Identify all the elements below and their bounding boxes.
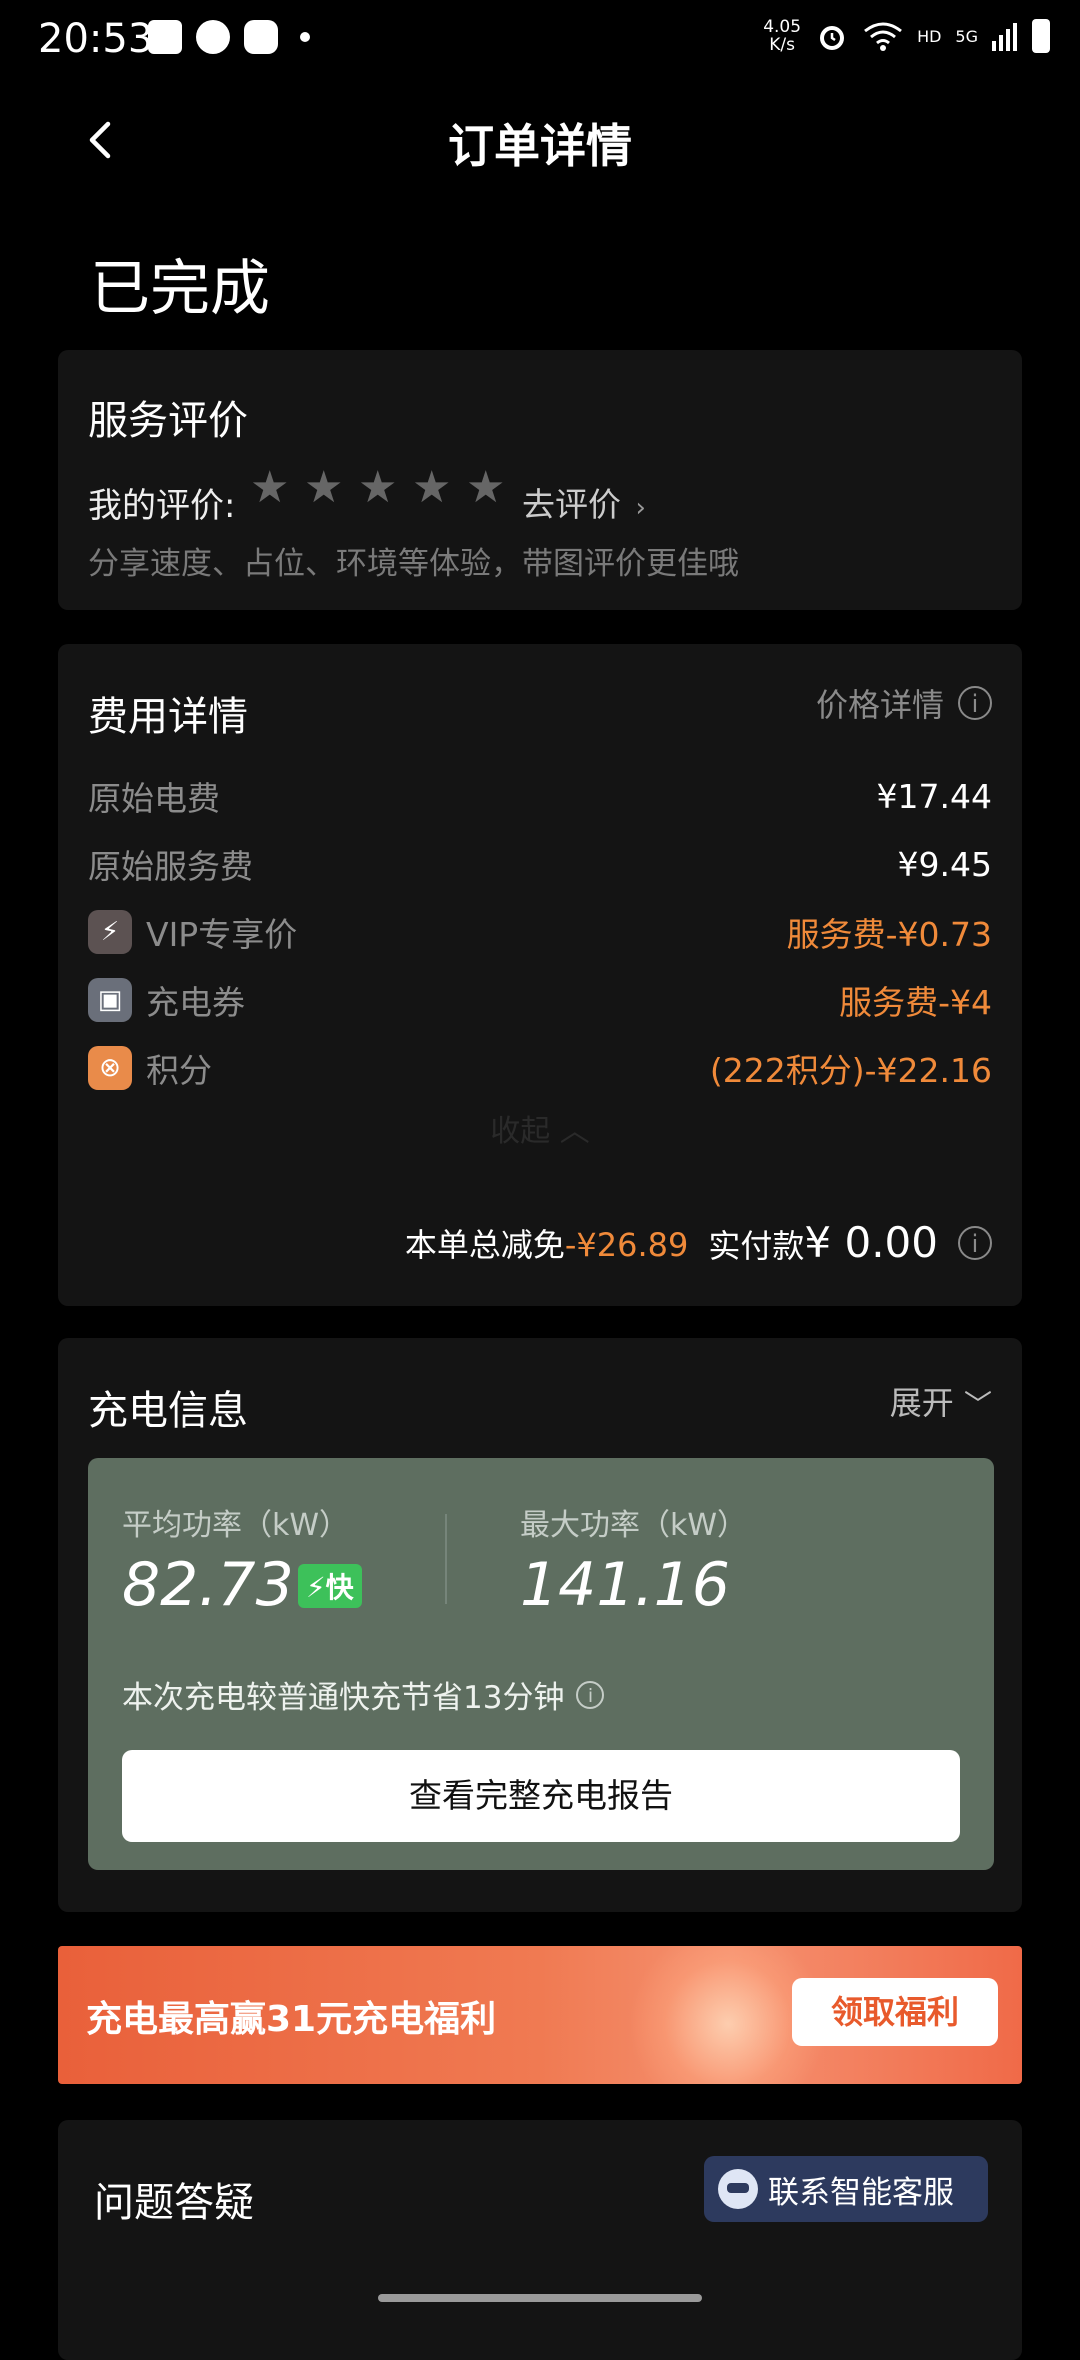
fee-value: ¥17.44 [876, 776, 992, 816]
robot-icon [718, 2169, 758, 2209]
collapse-toggle[interactable]: 收起 ︿ [58, 1106, 1022, 1150]
coupon-icon: ▣ [88, 978, 132, 1022]
avg-power-value: 82.73 [122, 1550, 294, 1620]
more-dot-icon [300, 32, 310, 42]
star-icon[interactable]: ★ [412, 466, 452, 510]
promo-banner[interactable]: 充电最高赢31元充电福利 领取福利 [58, 1946, 1022, 2084]
alarm-icon [820, 26, 845, 50]
fee-label: 充电券 [146, 983, 245, 1022]
nav-bar: 订单详情 [0, 90, 1080, 190]
star-icon[interactable]: ★ [358, 466, 398, 510]
max-power-value: 141.16 [520, 1550, 730, 1620]
fee-title: 费用详情 [88, 694, 248, 740]
promo-text: 充电最高赢31元充电福利 [86, 1999, 497, 2040]
fee-row: 原始电费 ¥17.44 [88, 766, 992, 826]
chevron-down-icon: ﹀ [963, 1388, 992, 1421]
fee-value: 服务费-¥4 [839, 983, 992, 1022]
time-saved: 本次充电较普通快充节省13分钟 i [122, 1672, 605, 1717]
max-power-label: 最大功率（kW） [520, 1508, 748, 1543]
page-title: 订单详情 [448, 119, 632, 173]
divider [445, 1514, 447, 1604]
fee-label: VIP专享价 [146, 915, 298, 954]
fee-value: ¥9.45 [897, 844, 992, 884]
star-icon[interactable]: ★ [304, 466, 344, 510]
wechat-icon [196, 20, 230, 54]
hd-label: HD [917, 26, 942, 46]
fee-label: 原始电费 [88, 779, 220, 818]
customer-service-label: 联系智能客服 [768, 2174, 954, 2211]
chevron-up-icon: ︿ [559, 1114, 590, 1149]
rating-stars[interactable]: ★ ★ ★ ★ ★ [250, 466, 506, 510]
signal-label: 5G [955, 26, 978, 46]
avg-power-label: 平均功率（kW） [122, 1508, 350, 1543]
net-speed: 4.05 K/s [763, 17, 802, 55]
go-review-link[interactable]: 去评价 › [522, 478, 646, 526]
price-detail-label: 价格详情 [815, 686, 944, 724]
claim-benefit-button[interactable]: 领取福利 [792, 1978, 998, 2046]
gallery-icon [148, 20, 182, 54]
collapse-label: 收起 [490, 1114, 551, 1149]
review-title: 服务评价 [88, 398, 248, 444]
home-indicator[interactable] [378, 2294, 702, 2302]
info-icon: i [958, 686, 992, 720]
paid-amount: ¥ 0.00 [804, 1218, 938, 1267]
status-time: 20:53 [38, 16, 154, 62]
paid-label: 实付款 [708, 1227, 805, 1265]
notification-icons [148, 20, 310, 54]
vip-diamond-icon: ⚡ [88, 910, 132, 954]
fee-label: 原始服务费 [88, 847, 253, 886]
total-discount-label: 本单总减免 [404, 1225, 565, 1264]
faq-card: 问题答疑 联系智能客服 [58, 2120, 1022, 2360]
fee-card: 费用详情 价格详情 i 原始电费 ¥17.44 原始服务费 ¥9.45 ⚡ VI… [58, 644, 1022, 1306]
star-icon[interactable]: ★ [250, 466, 290, 510]
review-card: 服务评价 我的评价: ★ ★ ★ ★ ★ 去评价 › 分享速度、占位、环境等体验… [58, 350, 1022, 610]
fee-row: ▣ 充电券 服务费-¥4 [88, 970, 992, 1030]
fast-charge-badge: ⚡快 [298, 1564, 362, 1608]
my-rating-label: 我的评价: [88, 486, 236, 526]
signal-icon [992, 23, 1017, 51]
go-review-label: 去评价 [522, 485, 621, 524]
fee-row: ⊗ 积分 (222积分)-¥22.16 [88, 1038, 992, 1098]
wifi-icon [864, 22, 902, 51]
review-hint: 分享速度、占位、环境等体验，带图评价更佳哦 [88, 546, 739, 582]
time-saved-text: 本次充电较普通快充节省13分钟 [122, 1680, 565, 1716]
system-icons: 4.05 K/s HD 5G [763, 18, 1050, 54]
customer-service-button[interactable]: 联系智能客服 [704, 2156, 988, 2222]
fee-value: 服务费-¥0.73 [786, 915, 992, 954]
order-status: 已完成 [90, 254, 270, 324]
expand-toggle[interactable]: 展开 ﹀ [890, 1378, 992, 1424]
fee-label: 积分 [146, 1051, 212, 1090]
charging-info-card: 充电信息 展开 ﹀ 平均功率（kW） 82.73 ⚡快 最大功率（kW） 141… [58, 1338, 1022, 1912]
faq-title: 问题答疑 [94, 2180, 254, 2226]
chevron-right-icon: › [635, 493, 646, 523]
power-panel: 平均功率（kW） 82.73 ⚡快 最大功率（kW） 141.16 本次充电较普… [88, 1458, 994, 1870]
check-app-icon [244, 20, 278, 54]
expand-label: 展开 [889, 1384, 954, 1422]
fee-value: (222积分)-¥22.16 [709, 1051, 992, 1090]
info-icon[interactable]: i [958, 1225, 992, 1260]
status-bar: 20:53 4.05 K/s HD 5G [0, 0, 1080, 80]
fee-row: ⚡ VIP专享价 服务费-¥0.73 [88, 902, 992, 962]
full-report-button[interactable]: 查看完整充电报告 [122, 1750, 960, 1842]
fee-row: 原始服务费 ¥9.45 [88, 834, 992, 894]
points-icon: ⊗ [88, 1046, 132, 1090]
fee-summary: 本单总减免-¥26.89 实付款¥ 0.00 i [405, 1218, 992, 1267]
total-discount-value: -¥26.89 [564, 1225, 689, 1264]
star-icon[interactable]: ★ [466, 466, 506, 510]
info-icon[interactable]: i [576, 1680, 605, 1709]
charging-info-title: 充电信息 [88, 1388, 248, 1434]
price-detail-link[interactable]: 价格详情 i [816, 680, 992, 726]
battery-icon [1032, 19, 1050, 53]
